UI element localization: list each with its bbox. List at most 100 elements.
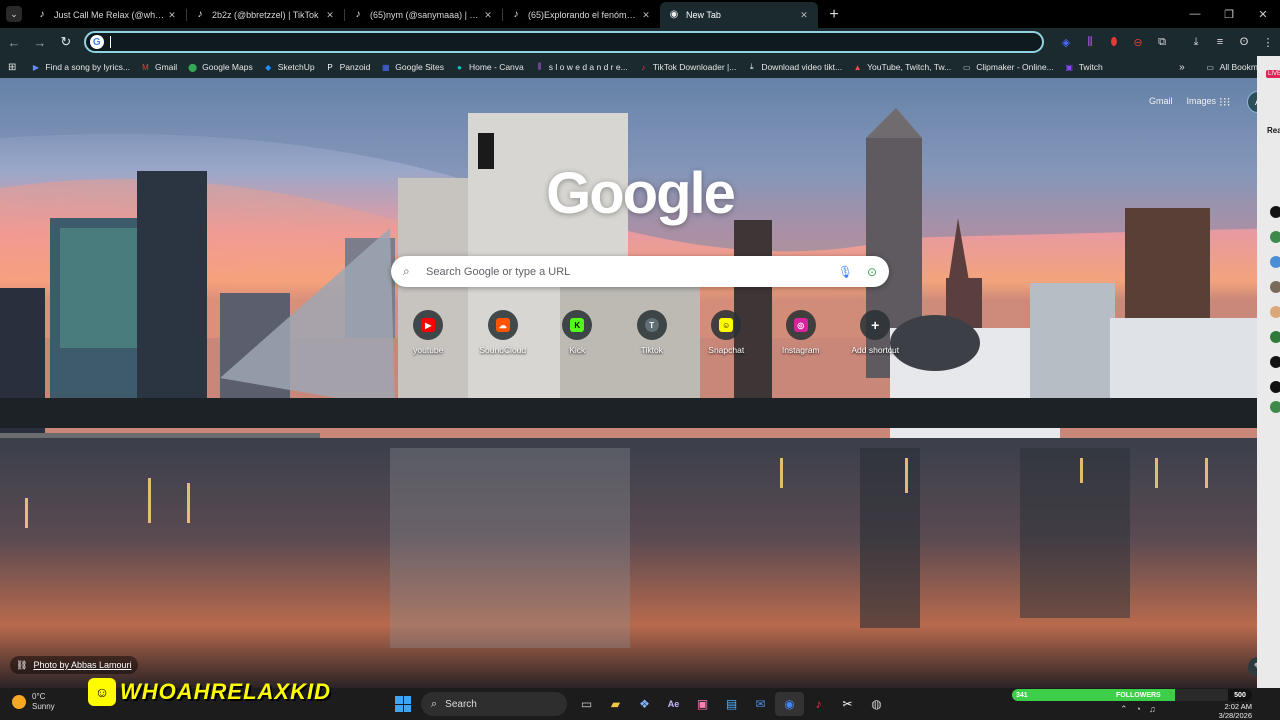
new-tab-button[interactable]: + bbox=[822, 3, 846, 27]
tiktok-app-icon[interactable]: ♪ bbox=[804, 692, 833, 716]
avatar[interactable] bbox=[1270, 256, 1280, 268]
close-icon[interactable]: ✕ bbox=[166, 10, 178, 21]
images-link[interactable]: Images bbox=[1186, 96, 1216, 106]
play-triangle-icon: ▶ bbox=[32, 62, 39, 72]
tab[interactable]: ♪ (65)nym (@sanymaaa) | TikTok✕ bbox=[344, 2, 502, 28]
profile-icon[interactable]: ʘ bbox=[1232, 31, 1256, 53]
tiktok-icon: ♪ bbox=[355, 9, 361, 20]
bookmark-item[interactable]: ● Home - Canva bbox=[454, 62, 524, 73]
more-menu-icon[interactable]: ⋮ bbox=[1256, 31, 1280, 53]
plus-icon: + bbox=[829, 6, 839, 23]
weather-widget[interactable]: 0°C Sunny bbox=[12, 692, 55, 712]
chrome-icon[interactable]: ◉ bbox=[775, 692, 804, 716]
top-links: Gmail Images bbox=[1149, 96, 1216, 106]
forward-button[interactable]: → bbox=[28, 30, 52, 54]
avatar[interactable] bbox=[1270, 381, 1280, 393]
bookmark-item[interactable]: ⤓ Download video tikt... bbox=[746, 62, 842, 73]
tab[interactable]: ♪ (65)Explorando el fenómeno de✕ bbox=[502, 2, 660, 28]
avatar[interactable] bbox=[1270, 206, 1280, 218]
clock[interactable]: 2:02 AM 3/28/2026 bbox=[1210, 702, 1252, 720]
red-extension-icon[interactable]: ⬮ bbox=[1102, 31, 1126, 53]
bookmark-item[interactable]: P Panzoid bbox=[325, 62, 370, 73]
shortcut-snapchat[interactable]: ☺ Snapchat bbox=[689, 310, 764, 355]
bookmark-item[interactable]: ▲ YouTube, Twitch, Tw... bbox=[852, 62, 952, 73]
tab-new-tab[interactable]: ◉ New Tab ✕ bbox=[660, 2, 818, 28]
maximize-icon[interactable]: ❐ bbox=[1212, 0, 1246, 28]
bookmark-item[interactable]: ♪ TikTok Downloader |... bbox=[638, 62, 736, 73]
shortcut-tile: K bbox=[562, 310, 593, 340]
bookmark-label: Google Maps bbox=[202, 62, 253, 72]
minimize-icon[interactable]: — bbox=[1178, 0, 1212, 28]
search-input[interactable]: Search Google or type a URL bbox=[426, 266, 838, 278]
download-icon[interactable]: ⤓ bbox=[1184, 31, 1208, 53]
audio-extension-icon[interactable]: ⫼ bbox=[1078, 31, 1102, 53]
shortcut-soundcloud[interactable]: ☁ SoundCloud bbox=[466, 310, 541, 355]
shortcut-tile: ☁ bbox=[487, 310, 518, 340]
reload-button[interactable]: ↻ bbox=[54, 30, 78, 54]
store-icon[interactable]: ▤ bbox=[717, 692, 746, 716]
avatar[interactable] bbox=[1270, 356, 1280, 368]
volume-icon[interactable]: ♫ bbox=[1149, 704, 1156, 715]
clock-time: 2:02 AM bbox=[1224, 702, 1252, 711]
shortcut-kick[interactable]: K Kick bbox=[540, 310, 615, 355]
bookmark-item[interactable]: ▣ Twitch bbox=[1064, 62, 1102, 73]
task-view-icon[interactable]: ▭ bbox=[572, 692, 601, 716]
shield-extension-icon[interactable]: ◈ bbox=[1054, 31, 1078, 53]
bookmark-item[interactable]: ⫼ s l o w e d a n d r e... bbox=[534, 62, 627, 73]
google-apps-icon[interactable]: ⁝⁝⁝ bbox=[1219, 95, 1230, 109]
photo-credit-link[interactable]: ⛓ Photo by Abbas Lamouri bbox=[10, 656, 138, 674]
close-window-icon[interactable]: ✕ bbox=[1246, 0, 1280, 28]
copilot-icon[interactable]: ❖ bbox=[630, 692, 659, 716]
bookmark-item[interactable]: M Gmail bbox=[140, 62, 177, 73]
chevron-down-icon: ⌄ bbox=[10, 8, 18, 19]
avatar[interactable] bbox=[1270, 401, 1280, 413]
bookmark-item[interactable]: ▭ Clipmaker - Online... bbox=[961, 62, 1054, 73]
windows-start-icon[interactable] bbox=[395, 696, 411, 712]
chevron-up-icon[interactable]: ⌃ bbox=[1120, 704, 1128, 715]
media-list-icon[interactable]: ≡ bbox=[1208, 31, 1232, 53]
puzzle-icon[interactable]: ⧉ bbox=[1150, 31, 1174, 53]
chevron-right-icon[interactable]: » bbox=[1179, 62, 1185, 73]
tab-search-button[interactable]: ⌄ bbox=[6, 6, 22, 22]
close-icon[interactable]: ✕ bbox=[324, 10, 336, 21]
sun-icon bbox=[12, 695, 26, 709]
capcut-icon[interactable]: ✂ bbox=[833, 692, 862, 716]
bookmark-item[interactable]: ◆ SketchUp bbox=[263, 62, 314, 73]
file-explorer-icon[interactable]: ▰ bbox=[601, 692, 630, 716]
after-effects-icon[interactable]: Ae bbox=[659, 692, 688, 716]
shortcut-tiktok[interactable]: T Tiktok bbox=[615, 310, 690, 355]
shortcut-youtube[interactable]: ▶ youtube bbox=[391, 310, 466, 355]
chart-icon: ▲ bbox=[853, 62, 862, 72]
blocker-extension-icon[interactable]: ⊖ bbox=[1126, 31, 1150, 53]
tab-title: (65)Explorando el fenómeno de bbox=[528, 10, 640, 20]
avatar[interactable] bbox=[1270, 306, 1280, 318]
microphone-icon[interactable]: 🎙 bbox=[838, 265, 853, 279]
shortcut-instagram[interactable]: ◎ Instagram bbox=[764, 310, 839, 355]
apps-grid-icon[interactable]: ⊞ bbox=[8, 62, 16, 73]
gmail-link[interactable]: Gmail bbox=[1149, 96, 1173, 106]
taskbar-search[interactable]: ⌕ Search bbox=[421, 692, 567, 716]
bookmark-item[interactable]: ▶ Find a song by lyrics... bbox=[30, 62, 130, 73]
google-lens-icon[interactable]: ⊙ bbox=[867, 265, 877, 279]
mail-icon[interactable]: ✉ bbox=[746, 692, 775, 716]
avatar[interactable] bbox=[1270, 281, 1280, 293]
add-shortcut-button[interactable]: + Add shortcut bbox=[838, 310, 913, 355]
address-bar[interactable]: G bbox=[83, 31, 1044, 53]
avatar[interactable] bbox=[1270, 331, 1280, 343]
close-icon[interactable]: ✕ bbox=[482, 10, 494, 21]
avatar[interactable] bbox=[1270, 231, 1280, 243]
bookmark-item[interactable]: ⬤ Google Maps bbox=[187, 62, 253, 73]
tab[interactable]: ♪ 2b2z (@bbretzzel) | TikTok ✕ bbox=[186, 2, 344, 28]
bookmark-item[interactable]: ▦ Google Sites bbox=[380, 62, 444, 73]
search-box[interactable]: ⌕ Search Google or type a URL 🎙 ⊙ bbox=[391, 256, 889, 287]
photos-icon[interactable]: ▣ bbox=[688, 692, 717, 716]
shortcut-label: SoundCloud bbox=[479, 345, 527, 355]
obs-icon[interactable]: ◍ bbox=[862, 692, 891, 716]
browser-toolbar: ← → ↻ G ◈ ⫼ ⬮ ⊖ ⧉ ⤓ ≡ ʘ ⋮ bbox=[0, 28, 1280, 56]
close-icon[interactable]: ✕ bbox=[798, 10, 810, 21]
close-icon[interactable]: ✕ bbox=[640, 10, 652, 21]
wifi-icon[interactable]: ◔ bbox=[1136, 704, 1141, 715]
back-button[interactable]: ← bbox=[2, 30, 26, 54]
tab[interactable]: ♪ Just Call Me Relax (@whoahrelaxkid) | T… bbox=[28, 2, 186, 28]
kick-icon: K bbox=[570, 318, 585, 332]
